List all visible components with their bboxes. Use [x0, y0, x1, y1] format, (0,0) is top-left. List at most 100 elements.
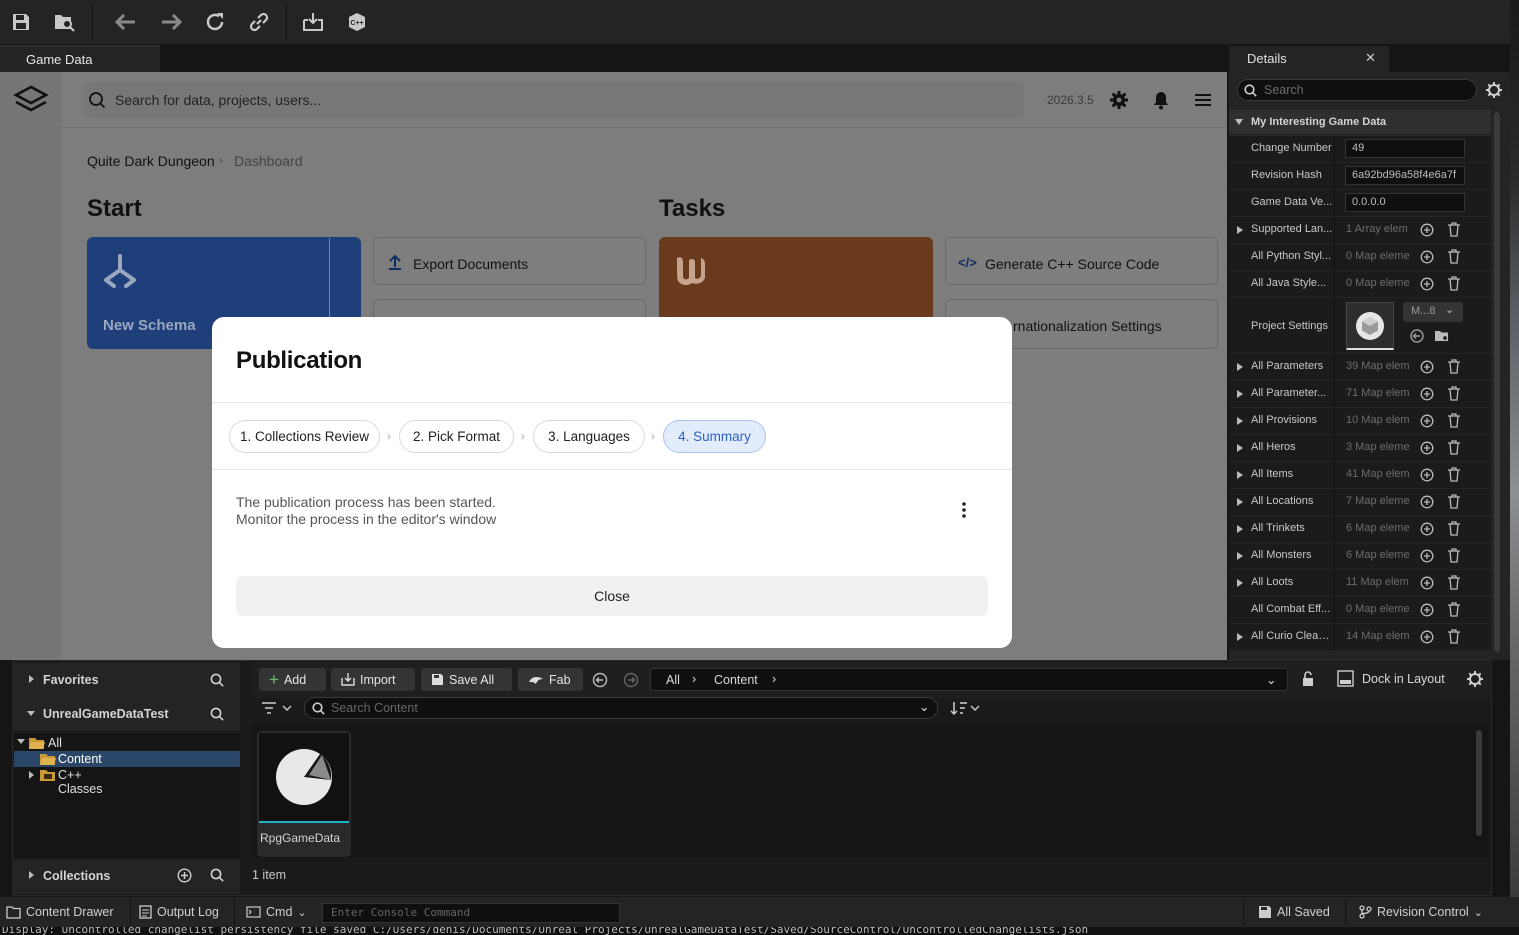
collections-header[interactable]: Collections [12, 860, 240, 894]
expand-arrow-icon[interactable] [1237, 444, 1243, 452]
all-saved-button[interactable]: All Saved [1258, 905, 1330, 919]
asset-picker-dropdown[interactable]: M...8 ⌄ [1403, 302, 1463, 322]
delete-icon[interactable] [1447, 249, 1461, 264]
delete-icon[interactable] [1447, 494, 1461, 509]
delete-icon[interactable] [1447, 575, 1461, 590]
chevron-down-icon[interactable]: ⌄ [1266, 672, 1276, 687]
delete-icon[interactable] [1447, 440, 1461, 455]
add-element-icon[interactable] [1420, 360, 1434, 374]
fab-button[interactable]: Fab [518, 668, 583, 691]
settings-gear-icon[interactable] [1467, 671, 1483, 687]
notifications-bell-icon[interactable] [1152, 91, 1170, 110]
expand-arrow-icon[interactable] [1237, 579, 1243, 587]
add-element-icon[interactable] [1420, 603, 1434, 617]
expand-arrow-icon[interactable] [1237, 552, 1243, 560]
revision-hash-field[interactable]: 6a92bd96a58f4e6a7f [1345, 166, 1465, 185]
add-element-icon[interactable] [1420, 441, 1434, 455]
save-icon[interactable] [9, 10, 33, 34]
expand-arrow-icon[interactable] [1237, 363, 1243, 371]
revision-control-button[interactable]: Revision Control ⌄ [1359, 905, 1483, 919]
dock-in-layout-icon[interactable] [1337, 670, 1354, 687]
export-documents-card[interactable]: Export Documents [373, 237, 646, 285]
search-icon[interactable] [210, 868, 224, 882]
sort-icon[interactable] [950, 700, 982, 716]
game-data-version-field[interactable]: 0.0.0.0 [1345, 193, 1465, 212]
details-settings-gear-icon[interactable] [1486, 82, 1502, 98]
delete-icon[interactable] [1447, 359, 1461, 374]
forward-icon[interactable] [159, 10, 183, 34]
add-element-icon[interactable] [1420, 522, 1434, 536]
add-element-icon[interactable] [1420, 414, 1434, 428]
tab-game-data[interactable]: Game Data [0, 45, 160, 72]
asset-thumbnail[interactable] [1346, 302, 1394, 350]
add-element-icon[interactable] [1420, 468, 1434, 482]
delete-icon[interactable] [1447, 602, 1461, 617]
expand-arrow-icon[interactable] [1237, 390, 1243, 398]
delete-icon[interactable] [1447, 521, 1461, 536]
add-element-icon[interactable] [1420, 250, 1434, 264]
lock-icon[interactable] [1300, 671, 1316, 687]
delete-icon[interactable] [1447, 276, 1461, 291]
add-element-icon[interactable] [1420, 495, 1434, 509]
add-element-icon[interactable] [1420, 223, 1434, 237]
expand-arrow-icon[interactable] [1237, 417, 1243, 425]
search-icon[interactable] [210, 707, 224, 721]
dock-in-layout-label[interactable]: Dock in Layout [1362, 672, 1445, 686]
close-icon[interactable]: ✕ [1365, 50, 1379, 66]
add-element-icon[interactable] [1420, 576, 1434, 590]
details-section-header[interactable]: My Interesting Game Data [1229, 110, 1491, 134]
add-element-icon[interactable] [1420, 387, 1434, 401]
hamburger-menu-icon[interactable] [1195, 94, 1211, 106]
chevron-down-icon[interactable]: ⌄ [919, 699, 929, 714]
delete-icon[interactable] [1447, 467, 1461, 482]
step-summary[interactable]: 4. Summary [663, 420, 766, 453]
back-icon[interactable] [114, 10, 138, 34]
add-collection-icon[interactable] [177, 868, 192, 883]
details-search-input[interactable]: Search [1237, 79, 1477, 101]
output-log-button[interactable]: Output Log [139, 905, 219, 919]
delete-icon[interactable] [1447, 386, 1461, 401]
console-input[interactable]: Enter Console Command [322, 903, 620, 923]
generate-cpp-card[interactable]: </> Generate C++ Source Code [945, 237, 1218, 285]
project-header[interactable]: UnrealGameDataTest [12, 697, 240, 731]
asset-grid-scrollbar[interactable] [1476, 730, 1482, 836]
close-button[interactable]: Close [236, 576, 988, 616]
expand-arrow-icon[interactable] [1237, 498, 1243, 506]
path-all[interactable]: All [666, 673, 680, 687]
filter-icon[interactable] [260, 700, 294, 716]
more-options-icon[interactable] [956, 500, 972, 520]
delete-icon[interactable] [1447, 629, 1461, 644]
change-number-field[interactable]: 49 [1345, 139, 1465, 158]
expand-arrow-icon[interactable] [1237, 525, 1243, 533]
breadcrumb-project[interactable]: Quite Dark Dungeon [87, 153, 215, 169]
history-back-icon[interactable] [592, 672, 608, 688]
cpp-icon[interactable]: C++ [345, 10, 369, 34]
expand-arrow-icon[interactable] [1237, 471, 1243, 479]
add-element-icon[interactable] [1420, 549, 1434, 563]
import-icon[interactable] [301, 10, 325, 34]
step-pick-format[interactable]: 2. Pick Format [399, 420, 514, 453]
import-button[interactable]: Import [331, 668, 415, 691]
delete-icon[interactable] [1447, 413, 1461, 428]
refresh-icon[interactable] [203, 10, 227, 34]
expand-arrow-icon[interactable] [1237, 226, 1243, 234]
search-icon[interactable] [210, 673, 224, 687]
web-search[interactable]: Search for data, projects, users... [84, 82, 1024, 118]
layers-logo-icon[interactable] [13, 84, 49, 116]
step-collections-review[interactable]: 1. Collections Review [229, 420, 380, 453]
path-content[interactable]: Content [714, 673, 758, 687]
link-icon[interactable] [247, 10, 271, 34]
cmd-dropdown[interactable]: Cmd ⌄ [246, 905, 307, 919]
history-forward-icon[interactable] [623, 672, 639, 688]
browse-icon[interactable] [53, 10, 77, 34]
delete-icon[interactable] [1447, 222, 1461, 237]
add-element-icon[interactable] [1420, 277, 1434, 291]
delete-icon[interactable] [1447, 548, 1461, 563]
content-drawer-button[interactable]: Content Drawer [6, 905, 114, 919]
settings-gear-icon[interactable] [1110, 91, 1128, 109]
add-button[interactable]: + Add [259, 668, 326, 691]
favorites-header[interactable]: Favorites [12, 663, 240, 697]
expand-arrow-icon[interactable] [1237, 633, 1243, 641]
step-languages[interactable]: 3. Languages [533, 420, 645, 453]
browse-asset-icon[interactable] [1434, 329, 1450, 343]
